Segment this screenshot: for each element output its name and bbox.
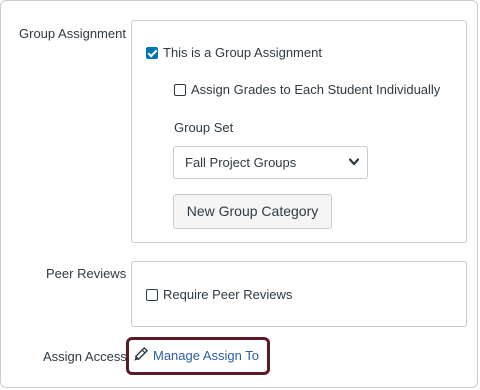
require-peer-reviews-label[interactable]: Require Peer Reviews (163, 287, 292, 302)
assignment-settings-frame: Group Assignment This is a Group Assignm… (0, 0, 478, 388)
group-set-select[interactable]: Fall Project Groups (173, 146, 368, 179)
group-assignment-label: Group Assignment (19, 26, 126, 41)
peer-reviews-label: Peer Reviews (46, 266, 127, 281)
chevron-down-icon (349, 158, 359, 166)
pencil-icon[interactable] (131, 346, 149, 364)
manage-assign-to-link[interactable]: Manage Assign To (153, 348, 259, 363)
require-peer-reviews-checkbox[interactable] (146, 289, 158, 301)
assign-access-label: Assign Access (43, 349, 127, 364)
peer-reviews-panel: Require Peer Reviews (131, 261, 467, 327)
new-group-category-button[interactable]: New Group Category (173, 194, 332, 229)
grade-individually-checkbox[interactable] (174, 84, 186, 96)
group-set-value: Fall Project Groups (185, 155, 297, 170)
group-assignment-checkbox[interactable] (146, 47, 158, 59)
group-assignment-panel: This is a Group Assignment Assign Grades… (131, 20, 467, 243)
group-set-label: Group Set (174, 120, 234, 135)
grade-individually-label[interactable]: Assign Grades to Each Student Individual… (191, 82, 440, 97)
group-assignment-checkbox-label[interactable]: This is a Group Assignment (163, 45, 322, 60)
